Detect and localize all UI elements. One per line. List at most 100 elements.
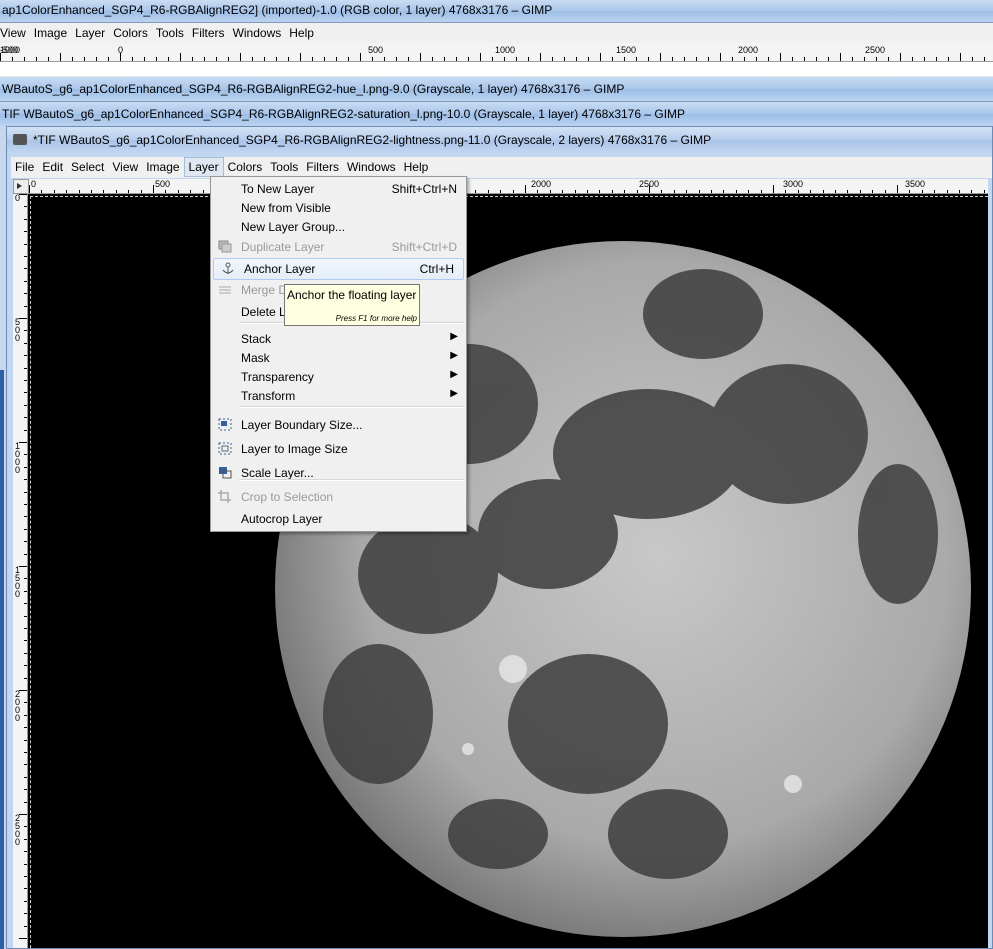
ruler-tick xyxy=(475,190,477,193)
submenu-arrow-icon: ▶ xyxy=(450,350,458,361)
bg-ruler-tick xyxy=(324,57,325,61)
vruler-tick xyxy=(24,714,27,716)
bg-ruler-tick xyxy=(216,57,217,61)
ruler-corner-button[interactable] xyxy=(13,179,29,194)
vruler-tick xyxy=(24,256,27,257)
anchor-layer-tooltip: Anchor the floating layer Press F1 for m… xyxy=(284,284,420,326)
ruler-tick xyxy=(636,190,638,193)
layer-menu-item-new-from-visible[interactable]: New from Visible xyxy=(211,198,466,218)
layer-menu-item-to-new-layer[interactable]: To New Layer Shift+Ctrl+N xyxy=(211,179,466,199)
bg-ruler-tick xyxy=(960,53,961,61)
bg-ruler-tick xyxy=(540,53,541,61)
menu-help[interactable]: Help xyxy=(400,157,433,177)
bg-menu-help[interactable]: Help xyxy=(285,23,318,43)
submenu-arrow-icon: ▶ xyxy=(450,369,458,380)
ruler-tick xyxy=(624,190,626,193)
layer-menu-item-anchor-layer[interactable]: Anchor Layer Ctrl+H xyxy=(213,258,464,280)
ruler-tick xyxy=(760,190,762,193)
vruler-tick xyxy=(24,380,27,381)
vruler-tick xyxy=(24,838,27,840)
vruler-tick xyxy=(24,466,27,468)
bg-ruler-tick xyxy=(396,57,397,61)
quick-mask-icon xyxy=(17,183,22,189)
layer-menu-item-label: Mask xyxy=(241,351,270,365)
bg-menu-tools[interactable]: Tools xyxy=(152,23,188,43)
layer-menu-item-transform[interactable]: Transform ▶ xyxy=(211,386,466,406)
menu-tools[interactable]: Tools xyxy=(266,157,302,177)
bg-ruler-tick xyxy=(828,57,829,61)
layer-menu-item-transparency[interactable]: Transparency ▶ xyxy=(211,367,466,387)
vruler-tick xyxy=(24,665,27,667)
bg-ruler-tick xyxy=(48,57,49,61)
ruler-tick xyxy=(202,190,204,193)
menu-edit[interactable]: Edit xyxy=(38,157,67,177)
menu-colors[interactable]: Colors xyxy=(224,157,267,177)
active-gimp-window: *TIF WBautoS_g6_ap1ColorEnhanced_SGP4_R6… xyxy=(6,126,993,949)
layer-menu-item-crop-to-selection[interactable]: Crop to Selection xyxy=(211,487,466,507)
saturation-window-title: TIF WBautoS_g6_ap1ColorEnhanced_SGP4_R6-… xyxy=(2,107,686,121)
vruler-tick xyxy=(24,578,27,580)
saturation-window-titlebar[interactable]: TIF WBautoS_g6_ap1ColorEnhanced_SGP4_R6-… xyxy=(0,102,993,127)
bg-ruler-tick xyxy=(408,57,409,61)
image-canvas[interactable] xyxy=(28,194,988,948)
layer-menu-item-shortcut: Shift+Ctrl+N xyxy=(391,182,457,196)
ruler-tick xyxy=(909,190,911,193)
background-window-canvas-strip xyxy=(0,62,993,76)
layer-menu-item-label: New from Visible xyxy=(241,201,331,215)
menu-file[interactable]: File xyxy=(11,157,38,177)
bg-ruler-tick xyxy=(60,53,61,61)
ruler-tick xyxy=(66,190,68,193)
bg-menu-image[interactable]: Image xyxy=(30,23,71,43)
layer-menu-item-new-layer-group[interactable]: New Layer Group... xyxy=(211,217,466,237)
ruler-tick xyxy=(78,190,80,193)
menu-layer[interactable]: Layer xyxy=(183,157,224,177)
bg-menu-colors[interactable]: Colors xyxy=(109,23,152,43)
bg-menu-view[interactable]: View xyxy=(0,23,30,43)
vruler-tick xyxy=(24,652,27,654)
bg-menu-layer[interactable]: Layer xyxy=(71,23,109,43)
vruler-tick-label: 0 xyxy=(15,194,21,203)
bg-ruler-tick xyxy=(648,57,649,61)
ruler-tick xyxy=(91,190,92,193)
vruler-tick xyxy=(19,814,27,815)
menu-image[interactable]: Image xyxy=(142,157,183,177)
vruler-tick xyxy=(24,504,27,505)
layer-menu-item-layer-to-image-size[interactable]: Layer to Image Size xyxy=(211,439,466,459)
horizontal-ruler[interactable]: 0 500 2000 2500 3000 3500 xyxy=(29,179,988,194)
ruler-tick xyxy=(587,190,588,193)
bg-menu-filters[interactable]: Filters xyxy=(188,23,229,43)
vruler-tick xyxy=(24,404,27,406)
menu-select[interactable]: Select xyxy=(67,157,108,177)
bg-ruler-tick xyxy=(264,57,265,61)
bg-menu-windows[interactable]: Windows xyxy=(229,23,286,43)
layer-menu-item-label: Crop to Selection xyxy=(241,490,334,504)
bg-ruler-tick xyxy=(900,53,901,61)
menu-windows[interactable]: Windows xyxy=(343,157,400,177)
layer-menu-item-stack[interactable]: Stack ▶ xyxy=(211,329,466,349)
menu-view[interactable]: View xyxy=(108,157,142,177)
vruler-tick xyxy=(24,851,27,853)
active-window-titlebar[interactable]: *TIF WBautoS_g6_ap1ColorEnhanced_SGP4_R6… xyxy=(7,127,992,153)
bg-ruler-tick xyxy=(516,57,517,61)
vruler-tick xyxy=(24,739,27,741)
hue-window-titlebar[interactable]: WBautoS_g6_ap1ColorEnhanced_SGP4_R6-RGBA… xyxy=(0,77,993,102)
layer-menu-item-layer-boundary-size[interactable]: Layer Boundary Size... xyxy=(211,415,466,435)
layer-menu-item-mask[interactable]: Mask ▶ xyxy=(211,348,466,368)
vruler-tick xyxy=(24,603,27,605)
background-window-titlebar[interactable]: ap1ColorEnhanced_SGP4_R6-RGBAlignREG2] (… xyxy=(0,0,993,23)
ruler-tick xyxy=(921,190,923,193)
ruler-tick xyxy=(140,190,142,193)
bg-ruler-tick xyxy=(888,57,889,61)
menu-filters[interactable]: Filters xyxy=(302,157,343,177)
scale-layer-icon xyxy=(218,466,232,479)
layer-menu-item-duplicate-layer[interactable]: Duplicate Layer Shift+Ctrl+D xyxy=(211,237,466,257)
vruler-tick xyxy=(24,925,27,927)
bg-ruler-tick xyxy=(816,57,817,61)
bg-ruler-tick xyxy=(876,57,877,61)
layer-menu-item-label: Transform xyxy=(241,389,296,403)
layer-menu-item-autocrop-layer[interactable]: Autocrop Layer xyxy=(211,509,466,529)
bg-ruler-tick xyxy=(360,53,361,61)
vertical-ruler[interactable]: 0 5 0 0 1 0 0 0 1 5 0 0 2 0 0 0 2 5 0 0 xyxy=(13,194,28,948)
vruler-tick xyxy=(24,541,27,543)
vruler-tick xyxy=(24,305,27,307)
